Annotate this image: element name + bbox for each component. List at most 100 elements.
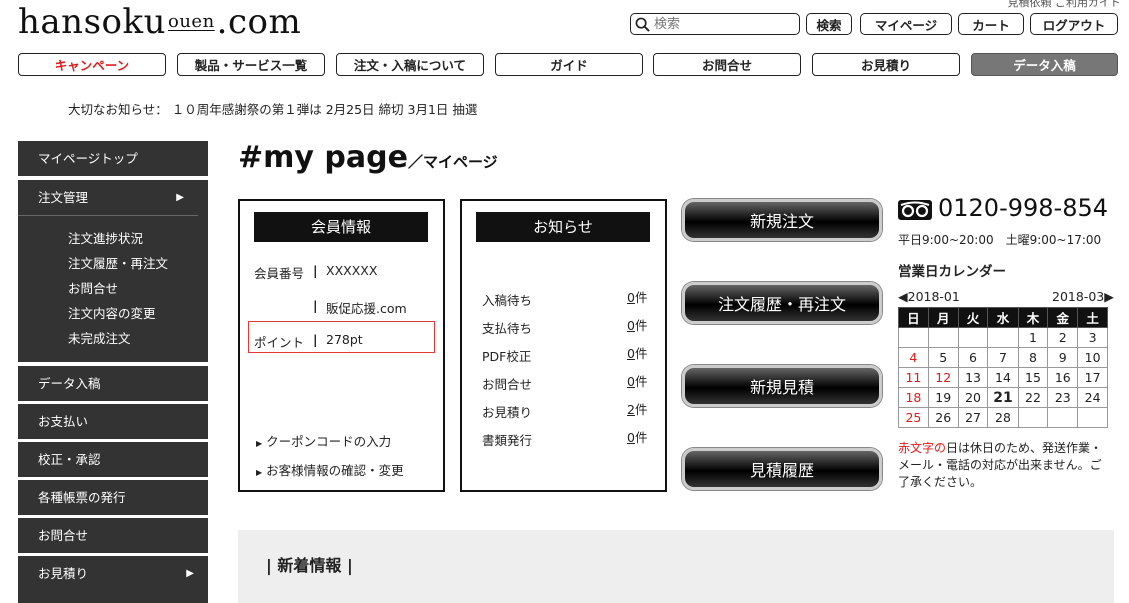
mypage-button[interactable]: マイページ bbox=[860, 13, 952, 35]
logo-text: hansoku bbox=[18, 2, 166, 42]
sidebar-item-order[interactable]: 注文管理 ▶ bbox=[18, 180, 198, 216]
notice-count[interactable]: 2件 bbox=[627, 399, 647, 418]
member-company: 販促応援.com bbox=[326, 301, 407, 316]
sidebar-item-data-upload[interactable]: データ入稿 bbox=[18, 366, 208, 401]
nav-order-info[interactable]: 注文・入稿について bbox=[336, 53, 484, 76]
sidebar-item-mypage-top[interactable]: マイページトップ bbox=[18, 141, 208, 176]
search-button[interactable]: 検索 bbox=[806, 13, 852, 35]
calendar-day: 6 bbox=[957, 347, 989, 368]
sidebar-item-label: お支払い bbox=[38, 414, 89, 429]
calendar-day: 18 bbox=[898, 387, 929, 408]
sidebar-sub-progress[interactable]: 注文進捗状況 bbox=[18, 226, 208, 251]
top-link[interactable]: 見積依頼 ご利用ガイド bbox=[1008, 0, 1122, 10]
calendar-day: 24 bbox=[1077, 387, 1108, 408]
calendar-day: 19 bbox=[927, 387, 959, 408]
notice-label: 書類発行 bbox=[482, 433, 533, 448]
notices-heading: お知らせ bbox=[476, 212, 650, 242]
calendar-empty-cell bbox=[927, 327, 959, 348]
sidebar-sub-history[interactable]: 注文履歴・再注文 bbox=[18, 251, 208, 276]
calendar-day: 1 bbox=[1017, 327, 1049, 348]
sidebar-item-proof[interactable]: 校正・承認 bbox=[18, 442, 208, 477]
nav-data-upload[interactable]: データ入稿 bbox=[971, 53, 1118, 76]
sidebar-item-payment[interactable]: お支払い bbox=[18, 404, 208, 439]
sidebar-item-estimate[interactable]: お見積り ▶ bbox=[18, 556, 208, 603]
calendar-day: 28 bbox=[987, 407, 1019, 428]
notice-count[interactable]: 0件 bbox=[627, 315, 647, 334]
point-label: ポイント bbox=[254, 335, 305, 350]
calendar-empty-cell bbox=[957, 327, 989, 348]
notice-count[interactable]: 0件 bbox=[627, 427, 647, 446]
calendar-day: 9 bbox=[1047, 347, 1079, 368]
member-id-value: XXXXXX bbox=[326, 263, 378, 278]
notice-count[interactable]: 0件 bbox=[627, 343, 647, 362]
notice-label: お問合せ bbox=[482, 377, 533, 392]
news-section: | 新着情報 | bbox=[238, 530, 1114, 603]
notice-count-value: 0 bbox=[627, 374, 635, 389]
search-box[interactable] bbox=[630, 13, 800, 35]
logout-button[interactable]: ログアウト bbox=[1030, 13, 1118, 35]
weekday: 月 bbox=[927, 307, 959, 328]
calendar-week: 18 19 20 21 22 23 24 bbox=[898, 387, 1108, 408]
news-heading: | 新着情報 | bbox=[266, 556, 353, 575]
site-logo[interactable]: hansoku ouen.com bbox=[18, 2, 301, 42]
sidebar-sub-incomplete[interactable]: 未完成注文 bbox=[18, 326, 208, 351]
notice-count-unit: 件 bbox=[634, 430, 648, 445]
sidebar-sub-inquiry[interactable]: お問合せ bbox=[18, 276, 208, 301]
calendar-day: 15 bbox=[1017, 367, 1049, 388]
notice-count[interactable]: 0件 bbox=[627, 371, 647, 390]
new-estimate-button[interactable]: 新規見積 bbox=[682, 365, 882, 407]
weekday: 金 bbox=[1047, 307, 1079, 328]
logo-domain: .com bbox=[216, 2, 302, 42]
sidebar-item-label: お見積り bbox=[38, 566, 89, 581]
phone-number: 0120-998-854 bbox=[938, 194, 1109, 222]
sidebar-item-inquiry[interactable]: お問合せ bbox=[18, 518, 208, 553]
notice-count-value: 0 bbox=[627, 430, 635, 445]
calendar-day: 11 bbox=[898, 367, 929, 388]
notice-count[interactable]: 0件 bbox=[627, 287, 647, 306]
calendar-empty-cell bbox=[987, 327, 1019, 348]
calendar-heading: 営業日カレンダー bbox=[898, 264, 1006, 280]
calendar-grid: 日 月 火 水 木 金 土 1 2 3 4 5 6 7 8 9 10 11 12 13 14 15 16 17 1… bbox=[898, 307, 1108, 428]
nav-contact[interactable]: お問合せ bbox=[653, 53, 801, 76]
calendar-day: 4 bbox=[898, 347, 929, 368]
sidebar-sub-change[interactable]: 注文内容の変更 bbox=[18, 301, 208, 326]
calendar-next-month[interactable]: 2018-03▶ bbox=[1052, 289, 1114, 304]
sidebar-item-label: お問合せ bbox=[38, 528, 89, 543]
nav-products[interactable]: 製品・サービス一覧 bbox=[177, 53, 325, 76]
notice-count-unit: 件 bbox=[634, 374, 648, 389]
calendar-day: 20 bbox=[957, 387, 989, 408]
nav-campaign[interactable]: キャンペーン bbox=[18, 53, 166, 76]
calendar-day: 17 bbox=[1077, 367, 1108, 388]
coupon-link[interactable]: ▶ クーポンコードの入力 bbox=[256, 431, 391, 450]
calendar-day: 25 bbox=[898, 407, 929, 428]
notice-count-unit: 件 bbox=[634, 402, 648, 417]
nav-estimate[interactable]: お見積り bbox=[812, 53, 960, 76]
calendar-week: 25 26 27 28 bbox=[898, 407, 1108, 428]
notice-count-value: 0 bbox=[627, 318, 635, 333]
sidebar-item-label: 校正・承認 bbox=[38, 452, 101, 467]
calendar-week: 11 12 13 14 15 16 17 bbox=[898, 367, 1108, 388]
nav-guide[interactable]: ガイド bbox=[495, 53, 643, 76]
calendar-week: 123 bbox=[898, 327, 1108, 348]
notice-count-unit: 件 bbox=[634, 318, 648, 333]
cart-button[interactable]: カート bbox=[958, 13, 1024, 35]
triangle-right-icon: ▶ bbox=[256, 468, 263, 477]
news-heading-text: 新着情報 bbox=[277, 556, 342, 575]
calendar-prev-month[interactable]: ◀2018-01 bbox=[898, 289, 960, 304]
customer-info-link[interactable]: ▶ お客様情報の確認・変更 bbox=[256, 460, 404, 479]
page-title-main: #my page bbox=[238, 140, 408, 175]
new-order-button[interactable]: 新規注文 bbox=[682, 199, 882, 241]
search-input[interactable] bbox=[650, 15, 796, 33]
member-id-label: 会員番号 bbox=[254, 266, 305, 281]
calendar-empty-cell bbox=[1017, 407, 1049, 428]
sidebar-item-documents[interactable]: 各種帳票の発行 bbox=[18, 480, 208, 515]
calendar-day: 13 bbox=[957, 367, 989, 388]
estimate-history-button[interactable]: 見積履歴 bbox=[682, 448, 882, 490]
sidebar-order-group: 注文管理 ▶ 注文進捗状況 注文履歴・再注文 お問合せ 注文内容の変更 未完成注文 bbox=[18, 180, 208, 362]
order-history-button[interactable]: 注文履歴・再注文 bbox=[682, 282, 882, 324]
notices-panel: お知らせ 入稿待ち 0件 支払待ち 0件 PDF校正 0件 お問合せ 0件 お見… bbox=[460, 199, 667, 492]
weekday: 日 bbox=[898, 307, 929, 328]
weekday: 土 bbox=[1077, 307, 1108, 328]
calendar-day: 22 bbox=[1017, 387, 1049, 408]
notice-label: 入稿待ち bbox=[482, 293, 533, 308]
